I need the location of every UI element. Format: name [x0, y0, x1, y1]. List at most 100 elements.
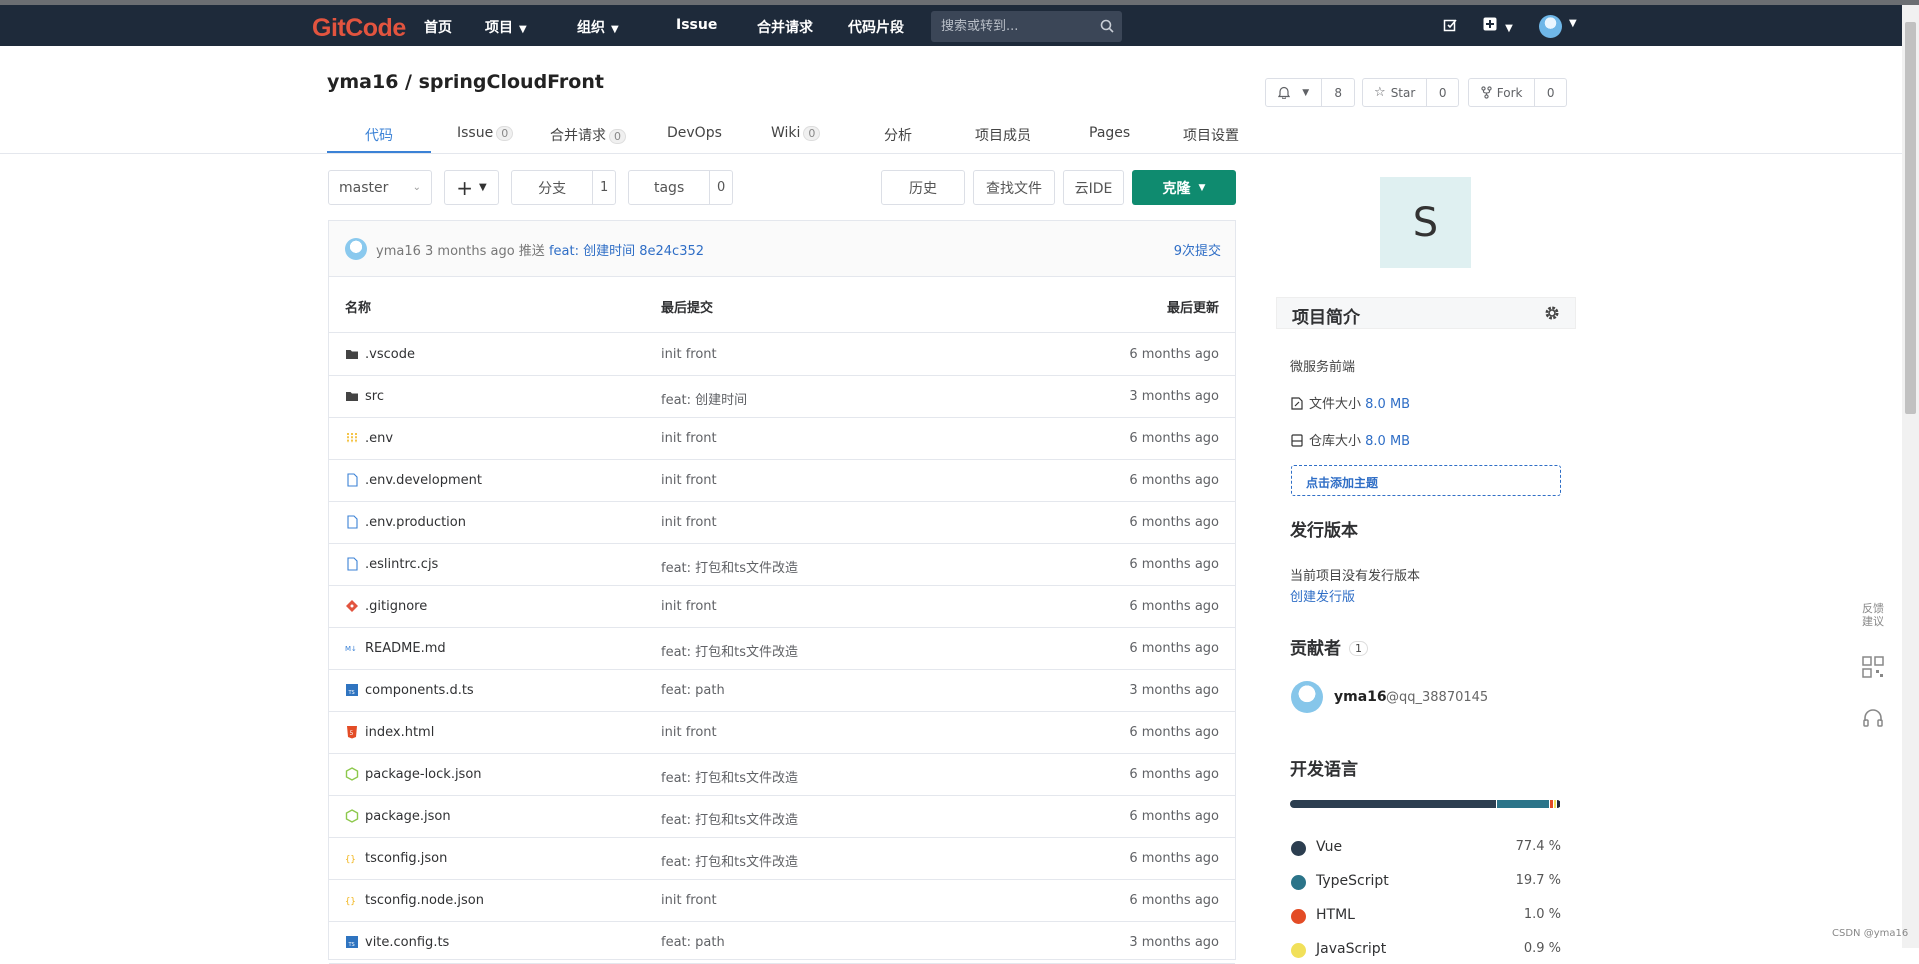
nav-merge-requests[interactable]: 合并请求	[757, 17, 813, 37]
file-commit-message[interactable]: feat: 创建时间	[661, 389, 747, 408]
global-search[interactable]	[931, 11, 1122, 42]
star-button[interactable]: ☆ Star	[1363, 79, 1426, 106]
file-name-link[interactable]: README.md	[365, 641, 446, 656]
find-file-button[interactable]: 查找文件	[973, 170, 1055, 205]
create-release-link[interactable]: 创建发行版	[1290, 586, 1355, 605]
tab-code[interactable]: 代码	[365, 125, 393, 145]
tab-devops[interactable]: DevOps	[667, 125, 722, 141]
tags-button[interactable]: tags 0	[628, 170, 733, 205]
commit-hash-link[interactable]: 8e24c352	[639, 244, 704, 259]
file-commit-message[interactable]: feat: 打包和ts文件改造	[661, 851, 798, 870]
branch-select[interactable]: master ⌄	[328, 170, 432, 205]
edit-todo-icon[interactable]	[1443, 18, 1458, 33]
file-commit-message[interactable]: init front	[661, 725, 717, 740]
feedback-button[interactable]: 反馈 建议	[1858, 602, 1888, 628]
file-commit-message[interactable]: init front	[661, 599, 717, 614]
table-row[interactable]: .eslintrc.cjs feat: 打包和ts文件改造 6 months ago	[329, 544, 1235, 586]
file-commit-message[interactable]: feat: 打包和ts文件改造	[661, 767, 798, 786]
watch-button[interactable]: ▼	[1266, 79, 1321, 106]
file-commit-message[interactable]: init front	[661, 893, 717, 908]
nav-orgs[interactable]: 组织 ▼	[577, 17, 619, 37]
file-commit-message[interactable]: feat: 打包和ts文件改造	[661, 641, 798, 660]
table-row[interactable]: .env.development init front 6 months ago	[329, 460, 1235, 502]
git-icon	[345, 599, 359, 613]
file-name-link[interactable]: package-lock.json	[365, 767, 482, 782]
file-name-link[interactable]: tsconfig.json	[365, 851, 447, 866]
user-avatar[interactable]	[1539, 15, 1562, 38]
file-commit-message[interactable]: feat: 打包和ts文件改造	[661, 809, 798, 828]
file-commit-message[interactable]: init front	[661, 473, 717, 488]
folder-icon	[345, 347, 359, 361]
table-row[interactable]: M↓ README.md feat: 打包和ts文件改造 6 months ago	[329, 628, 1235, 670]
clone-button[interactable]: 克隆 ▼	[1132, 170, 1236, 205]
scrollbar-thumb[interactable]	[1905, 22, 1916, 414]
tab-wiki[interactable]: Wiki 0	[771, 125, 821, 141]
nav-projects[interactable]: 项目 ▼	[485, 17, 527, 37]
star-button-group[interactable]: ☆ Star 0	[1362, 78, 1459, 107]
create-new-menu[interactable]: ▼	[1483, 17, 1513, 35]
table-row[interactable]: package-lock.json feat: 打包和ts文件改造 6 months…	[329, 754, 1235, 796]
file-name-link[interactable]: .env.production	[365, 515, 466, 530]
repo-title[interactable]: yma16 / springCloudFront	[327, 71, 604, 93]
tab-settings[interactable]: 项目设置	[1183, 125, 1239, 145]
fork-button[interactable]: Fork	[1469, 79, 1534, 106]
contributor-name[interactable]: yma16	[1334, 689, 1387, 705]
file-commit-message[interactable]: feat: path	[661, 683, 725, 698]
watch-button-group[interactable]: ▼ 8	[1265, 78, 1355, 107]
table-row[interactable]: .vscode init front 6 months ago	[329, 334, 1235, 376]
file-commit-message[interactable]: feat: 打包和ts文件改造	[661, 557, 798, 576]
table-row[interactable]: TS vite.config.ts feat: path 3 months ago	[329, 922, 1235, 964]
commit-message-link[interactable]: feat: 创建时间	[549, 244, 635, 259]
file-commit-message[interactable]: init front	[661, 431, 717, 446]
nav-issue[interactable]: Issue	[676, 17, 717, 33]
tab-pages[interactable]: Pages	[1089, 125, 1130, 141]
file-name-link[interactable]: .eslintrc.cjs	[365, 557, 438, 572]
cloud-ide-button[interactable]: 云IDE	[1063, 170, 1124, 205]
table-row[interactable]: 5 index.html init front 6 months ago	[329, 712, 1235, 754]
file-name-link[interactable]: src	[365, 389, 384, 404]
file-name-link[interactable]: .gitignore	[365, 599, 427, 614]
headset-support-icon[interactable]	[1858, 707, 1888, 731]
table-row[interactable]: {} tsconfig.node.json init front 6 months a…	[329, 880, 1235, 922]
star-count[interactable]: 0	[1426, 79, 1458, 106]
branches-button[interactable]: 分支 1	[511, 170, 616, 205]
chevron-down-icon[interactable]: ▼	[1569, 18, 1577, 29]
tab-analytics[interactable]: 分析	[884, 125, 912, 145]
watch-count[interactable]: 8	[1321, 79, 1354, 106]
table-row[interactable]: TS components.d.ts feat: path 3 months ago	[329, 670, 1235, 712]
committer-avatar[interactable]	[345, 238, 367, 260]
file-name-link[interactable]: .vscode	[365, 347, 415, 362]
file-name-link[interactable]: .env.development	[365, 473, 482, 488]
file-name-link[interactable]: .env	[365, 431, 393, 446]
file-commit-message[interactable]: init front	[661, 515, 717, 530]
history-button[interactable]: 历史	[881, 170, 965, 205]
table-row[interactable]: .env init front 6 months ago	[329, 418, 1235, 460]
table-row[interactable]: package.json feat: 打包和ts文件改造 6 months ago	[329, 796, 1235, 838]
table-row[interactable]: .env.production init front 6 months ago	[329, 502, 1235, 544]
table-row[interactable]: src feat: 创建时间 3 months ago	[329, 376, 1235, 418]
fork-count[interactable]: 0	[1534, 79, 1566, 106]
file-commit-message[interactable]: init front	[661, 347, 717, 362]
tab-members[interactable]: 项目成员	[975, 125, 1031, 145]
fork-button-group[interactable]: Fork 0	[1468, 78, 1567, 107]
search-icon[interactable]	[1100, 19, 1114, 33]
qrcode-icon[interactable]	[1858, 655, 1888, 679]
add-topic-button[interactable]: 点击添加主题	[1291, 465, 1561, 496]
nav-home[interactable]: 首页	[424, 17, 452, 37]
contributor-avatar[interactable]	[1291, 681, 1323, 713]
file-name-link[interactable]: components.d.ts	[365, 683, 474, 698]
tab-issue[interactable]: Issue 0	[457, 125, 514, 141]
file-name-link[interactable]: package.json	[365, 809, 451, 824]
tab-merge-requests[interactable]: 合并请求 0	[550, 125, 626, 145]
table-row[interactable]: .gitignore init front 6 months ago	[329, 586, 1235, 628]
gear-icon[interactable]	[1543, 304, 1561, 322]
search-input[interactable]	[931, 11, 1091, 42]
gitcode-logo[interactable]: GitCode	[312, 14, 406, 43]
nav-snippets[interactable]: 代码片段	[848, 17, 904, 37]
tab-label: Pages	[1089, 125, 1131, 141]
table-row[interactable]: {} tsconfig.json feat: 打包和ts文件改造 6 months a…	[329, 838, 1235, 880]
file-name-link[interactable]: tsconfig.node.json	[365, 893, 484, 908]
commit-count-link[interactable]: 9次提交	[1174, 240, 1221, 259]
add-menu-button[interactable]: + ▼	[444, 170, 499, 205]
file-name-link[interactable]: index.html	[365, 725, 434, 740]
